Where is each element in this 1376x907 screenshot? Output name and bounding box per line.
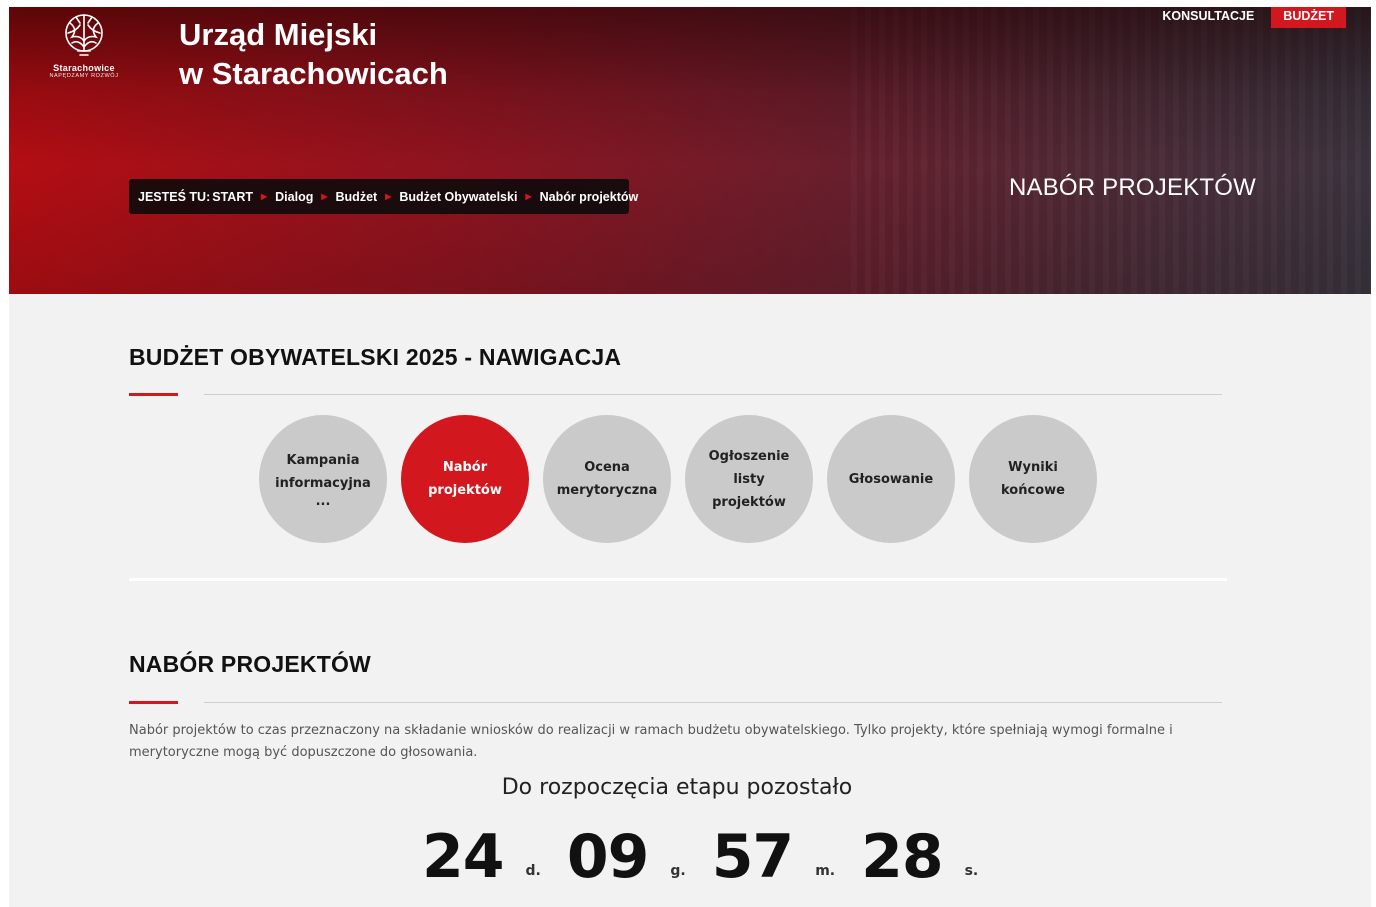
site-title-line2: w Starachowicach (179, 56, 448, 91)
countdown-hours: 09 (566, 822, 649, 892)
step-information-campaign[interactable]: Kampania informacyjna ... (259, 415, 387, 543)
title-divider (204, 394, 1222, 395)
countdown-seconds-unit: s. (964, 863, 979, 879)
countdown-days: 24 (422, 822, 504, 892)
breadcrumb-item-budget[interactable]: Budżet (336, 190, 378, 204)
starachowice-logo-icon (65, 14, 103, 56)
logo-tagline: NAPĘDZAMY ROZWÓJ (49, 73, 119, 79)
countdown-timer: 24 d. 09 g. 57 m. 28 s. (422, 827, 1004, 887)
top-navigation: KONSULTACJE BUDŻET (1162, 7, 1346, 28)
step-label-line1: Nabór (442, 460, 488, 475)
countdown-minutes-unit: m. (815, 863, 836, 879)
countdown-minutes: 57 (711, 822, 794, 892)
logo-name: Starachowice (53, 63, 115, 73)
step-label-line1: Ocena (584, 460, 630, 475)
triangle-right-icon: ▶ (525, 192, 532, 201)
hero-heading: NABÓR PROJEKTÓW (1008, 174, 1256, 201)
breadcrumb-item-start[interactable]: START (212, 190, 253, 204)
site-title[interactable]: Urząd Miejski w Starachowicach (179, 15, 448, 93)
step-label-line2: merytoryczna (556, 483, 658, 498)
step-final-results[interactable]: Wyniki końcowe (969, 415, 1097, 543)
step-label-line2: informacyjna (275, 476, 371, 491)
step-substantive-evaluation[interactable]: Ocena merytoryczna (543, 415, 671, 543)
step-project-submission[interactable]: Nabór projektów (401, 415, 529, 543)
step-label-line2: projektów (428, 483, 502, 498)
title-accent-bar (129, 393, 178, 396)
budget-steps-navigation: Kampania informacyjna ... Nabór projektó… (259, 415, 1097, 543)
step-voting[interactable]: Głosowanie (827, 415, 955, 543)
content-description: Nabór projektów to czas przeznaczony na … (129, 723, 1173, 760)
countdown-label: Do rozpoczęcia etapu pozostało (501, 775, 853, 800)
step-label-line1: Wyniki końcowe (1001, 460, 1065, 498)
countdown-seconds: 28 (861, 822, 943, 892)
triangle-right-icon: ▶ (385, 192, 392, 201)
nav-budget-link[interactable]: BUDŻET (1271, 7, 1346, 28)
step-label-line2: projektów (712, 494, 786, 510)
step-label-line3: ... (315, 494, 331, 509)
site-logo[interactable]: Starachowice NAPĘDZAMY ROZWÓJ (45, 11, 123, 79)
step-project-list-announcement[interactable]: Ogłoszenie listy projektów (685, 415, 813, 543)
hero-banner: Starachowice NAPĘDZAMY ROZWÓJ Urząd Miej… (9, 7, 1371, 294)
nav-section-title: BUDŻET OBYWATELSKI 2025 - NAWIGACJA (129, 344, 622, 370)
title-accent-bar (129, 701, 178, 704)
breadcrumb-item-current: Nabór projektów (539, 189, 639, 204)
content-title: NABÓR PROJEKTÓW (129, 651, 371, 677)
countdown-days-unit: d. (525, 863, 541, 879)
countdown-hours-unit: g. (670, 863, 686, 879)
step-label-line1: Głosowanie (848, 471, 934, 487)
title-divider (204, 702, 1222, 703)
triangle-right-icon: ▶ (261, 192, 268, 201)
nav-consultations-link[interactable]: KONSULTACJE (1162, 7, 1271, 28)
breadcrumb-item-dialog[interactable]: Dialog (275, 190, 313, 204)
page: Starachowice NAPĘDZAMY ROZWÓJ Urząd Miej… (9, 7, 1371, 907)
breadcrumb: JESTEŚ TU: START ▶ Dialog ▶ Budżet ▶ Bud… (129, 179, 638, 214)
triangle-right-icon: ▶ (321, 192, 328, 201)
site-title-line1: Urząd Miejski (179, 17, 378, 52)
section-divider (129, 578, 1227, 581)
breadcrumb-prefix: JESTEŚ TU: (138, 189, 211, 204)
step-label-line1: Kampania (286, 453, 360, 468)
breadcrumb-item-citizen-budget[interactable]: Budżet Obywatelski (399, 190, 517, 204)
step-label-line1: Ogłoszenie listy (708, 448, 790, 487)
